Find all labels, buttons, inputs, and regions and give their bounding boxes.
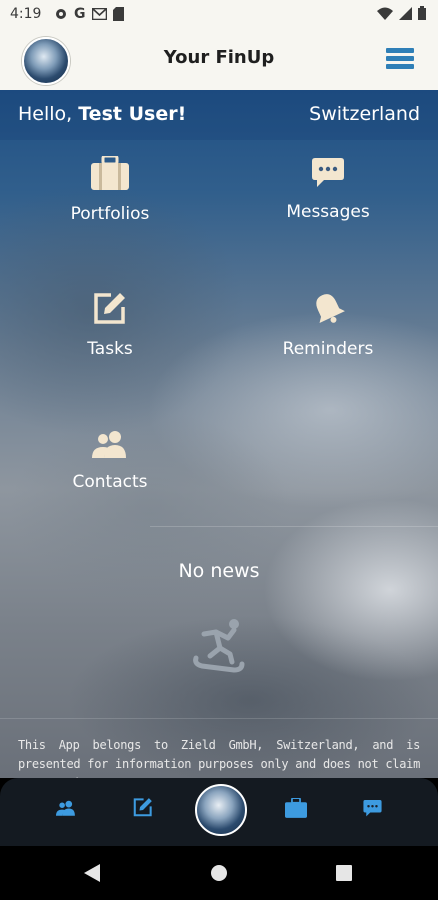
app-header: Your FinUp (0, 28, 438, 91)
google-icon: G (74, 6, 86, 22)
message-icon (312, 158, 344, 187)
tile-contacts[interactable]: Contacts (20, 430, 200, 492)
snowboarder-icon (193, 619, 245, 673)
tile-label: Contacts (72, 472, 148, 492)
footer-divider (0, 718, 438, 719)
settings-icon (56, 9, 66, 19)
tile-messages[interactable]: Messages (238, 158, 418, 222)
bottom-nav (0, 778, 438, 846)
briefcase-icon[interactable] (285, 798, 307, 818)
dashboard: Hello, Test User! Switzerland Portfolios… (0, 90, 438, 778)
battery-icon (418, 6, 426, 20)
section-divider (150, 526, 438, 527)
tile-label: Messages (286, 202, 370, 222)
signal-icon (399, 6, 412, 20)
user-name: Test User! (78, 103, 187, 125)
tile-portfolios[interactable]: Portfolios (20, 156, 200, 224)
edit-icon[interactable] (133, 797, 153, 817)
status-time: 4:19 (10, 6, 42, 22)
edit-icon (94, 293, 125, 324)
hamburger-menu-icon[interactable] (386, 48, 414, 72)
message-icon[interactable] (363, 800, 382, 817)
contacts-icon (92, 431, 126, 458)
briefcase-icon (91, 156, 129, 190)
disclaimer-text: This App belongs to Zield GmbH, Switzerl… (18, 738, 420, 778)
no-news-text: No news (178, 560, 260, 582)
bell-icon (316, 294, 345, 323)
earth-logo-home-button[interactable] (195, 784, 247, 836)
country-label: Switzerland (309, 103, 420, 125)
greeting-prefix: Hello, (18, 103, 79, 125)
contacts-icon[interactable] (56, 800, 76, 816)
app-title: Your FinUp (163, 47, 275, 68)
tile-reminders[interactable]: Reminders (238, 291, 418, 359)
recent-apps-icon[interactable] (336, 865, 352, 881)
sd-card-icon (112, 7, 124, 21)
home-icon[interactable] (211, 865, 227, 881)
gmail-icon (91, 8, 107, 20)
tile-label: Tasks (87, 339, 133, 359)
system-navigation-bar (0, 846, 438, 900)
greeting: Hello, Test User! (18, 103, 186, 125)
status-icons-left: G (54, 6, 124, 22)
greeting-bar: Hello, Test User! Switzerland (0, 90, 438, 140)
tile-tasks[interactable]: Tasks (20, 291, 200, 359)
tile-label: Reminders (282, 339, 374, 359)
back-icon[interactable] (84, 864, 100, 882)
tile-label: Portfolios (70, 204, 150, 224)
wifi-icon (377, 7, 393, 20)
status-bar: 4:19 G (0, 0, 438, 28)
status-icons-right (377, 6, 426, 20)
